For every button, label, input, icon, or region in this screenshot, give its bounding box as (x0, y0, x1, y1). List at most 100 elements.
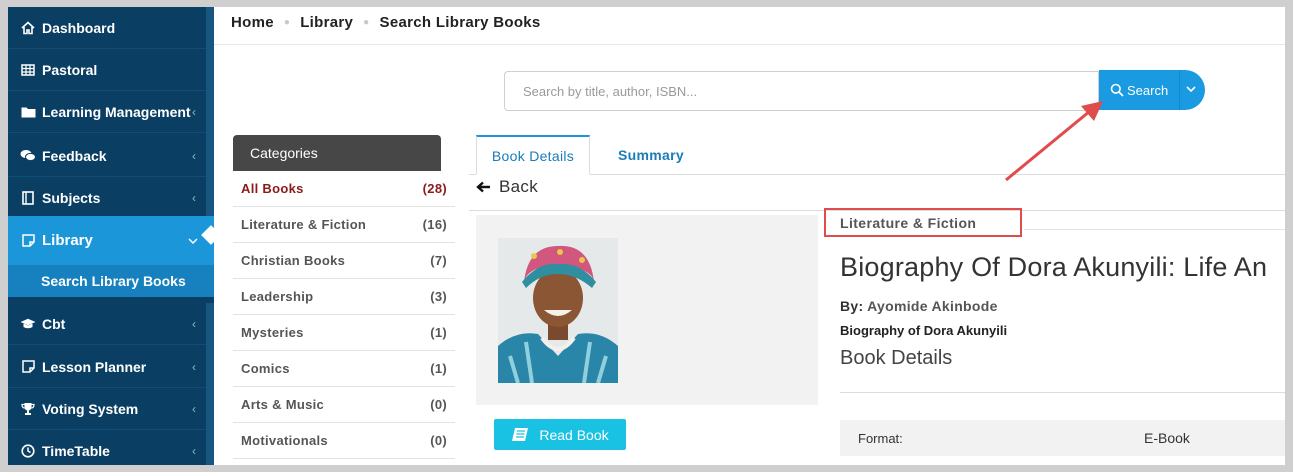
category-item[interactable]: Arts & Music (0) (233, 387, 455, 423)
sidebar-item-voting-system[interactable]: Voting System ‹ (8, 388, 206, 430)
chevron-left-icon: ‹ (192, 359, 196, 374)
app-window: Dashboard Pastoral Learning Management ‹… (8, 7, 1285, 465)
sidebar-item-label: Learning Management (42, 103, 191, 120)
sidebar-item-subjects[interactable]: Subjects ‹ (8, 177, 206, 219)
category-item[interactable]: Comics (1) (233, 351, 455, 387)
sidebar: Dashboard Pastoral Learning Management ‹… (8, 7, 221, 465)
category-item[interactable]: Mysteries (1) (233, 315, 455, 351)
format-row: Format: E-Book (840, 420, 1285, 456)
read-book-label: Read Book (539, 426, 609, 443)
sidebar-item-library[interactable]: Library (8, 216, 214, 265)
sidebar-item-lesson-planner[interactable]: Lesson Planner ‹ (8, 346, 206, 388)
format-value: E-Book (1144, 430, 1190, 446)
search-input[interactable]: Search by title, author, ISBN... (504, 71, 1099, 111)
category-item[interactable]: All Books (28) (233, 171, 455, 207)
categories-title: Categories (250, 145, 318, 161)
trophy-icon (18, 402, 38, 416)
sidebar-item-label: Subjects (42, 189, 101, 206)
book-icon (18, 190, 38, 205)
tab-book-details[interactable]: Book Details (476, 135, 590, 175)
by-label: By: (840, 298, 864, 314)
sidebar-item-learning-management[interactable]: Learning Management ‹ (8, 91, 206, 133)
sidebar-item-label: Feedback (42, 147, 107, 164)
category-name: Christian Books (241, 253, 346, 268)
breadcrumb-library[interactable]: Library (300, 14, 353, 31)
sidebar-item-label: Voting System (42, 400, 139, 417)
category-count: (3) (430, 289, 447, 304)
category-name: All Books (241, 181, 304, 196)
breadcrumb-home[interactable]: Home (231, 14, 274, 31)
graduation-cap-icon (18, 318, 38, 330)
book-details-heading: Book Details (840, 347, 953, 369)
category-count: (0) (430, 397, 447, 412)
read-book-button[interactable]: Read Book (494, 419, 626, 450)
category-name: Leadership (241, 289, 314, 304)
tab-label: Book Details (491, 147, 575, 164)
sidebar-item-pastoral[interactable]: Pastoral (8, 49, 206, 91)
categories-header: Categories (233, 135, 441, 171)
breadcrumb-separator: ● (363, 17, 370, 28)
main-content: Home ● Library ● Search Library Books Se… (214, 7, 1285, 465)
category-item[interactable]: Christian Books (7) (233, 243, 455, 279)
category-count: (7) (430, 253, 447, 268)
chevron-left-icon: ‹ (192, 104, 196, 119)
arrow-left-icon (476, 181, 491, 193)
book-icon (511, 427, 529, 443)
sidebar-item-label: Library (42, 232, 93, 249)
category-count: (28) (422, 181, 447, 196)
sidebar-item-dashboard[interactable]: Dashboard (8, 7, 206, 49)
table-icon (18, 63, 38, 76)
sidebar-item-timetable[interactable]: TimeTable ‹ (8, 430, 206, 465)
category-count: (1) (430, 361, 447, 376)
book-author[interactable]: Ayomide Akinbode (867, 298, 998, 314)
chevron-left-icon: ‹ (192, 190, 196, 205)
sidebar-item-label: Cbt (42, 315, 66, 332)
book-title: Biography Of Dora Akunyili: Life An (840, 252, 1268, 282)
chevron-left-icon: ‹ (192, 316, 196, 331)
back-label: Back (499, 177, 538, 196)
book-cover-image (498, 238, 618, 384)
category-count: (16) (422, 217, 447, 232)
divider (1024, 229, 1285, 230)
book-author-line: By: Ayomide Akinbode (840, 298, 998, 314)
search-icon (1110, 83, 1124, 97)
category-name: Literature & Fiction (241, 217, 367, 232)
book-genre-badge: Literature & Fiction (824, 208, 1022, 237)
home-icon (18, 20, 38, 35)
category-count: (1) (430, 325, 447, 340)
chevron-left-icon: ‹ (192, 444, 196, 458)
note-icon (18, 360, 38, 373)
note-icon (18, 234, 38, 247)
breadcrumb-current: Search Library Books (379, 14, 541, 31)
sidebar-item-cbt[interactable]: Cbt ‹ (8, 303, 206, 345)
tab-summary[interactable]: Summary (594, 135, 708, 175)
book-genre: Literature & Fiction (840, 214, 977, 231)
clock-icon (18, 444, 38, 458)
category-name: Comics (241, 361, 290, 376)
divider (840, 392, 1285, 393)
chevron-down-icon[interactable] (1185, 82, 1197, 96)
folder-icon (18, 106, 38, 118)
category-item[interactable]: Leadership (3) (233, 279, 455, 315)
sidebar-subitem-label: Search Library Books (41, 273, 186, 289)
category-item[interactable]: Motivationals (0) (233, 423, 455, 459)
divider (469, 174, 1285, 175)
chevron-left-icon: ‹ (192, 148, 196, 163)
category-name: Motivationals (241, 433, 328, 448)
back-button[interactable]: Back (476, 177, 538, 197)
divider (214, 44, 1285, 45)
search-placeholder: Search by title, author, ISBN... (523, 83, 698, 99)
category-count: (0) (430, 433, 447, 448)
search-button[interactable]: Search (1099, 70, 1205, 110)
sidebar-item-label: Pastoral (42, 61, 98, 78)
category-name: Arts & Music (241, 397, 325, 412)
sidebar-subitem-search-library-books[interactable]: Search Library Books (8, 265, 214, 297)
tab-label: Summary (618, 147, 684, 163)
sidebar-item-label: Lesson Planner (42, 358, 147, 375)
search-button-label: Search (1127, 82, 1169, 98)
comments-icon (18, 149, 38, 162)
chevron-down-icon (188, 234, 198, 248)
category-item[interactable]: Literature & Fiction (16) (233, 207, 455, 243)
chevron-left-icon: ‹ (192, 401, 196, 416)
sidebar-item-feedback[interactable]: Feedback ‹ (8, 135, 206, 177)
